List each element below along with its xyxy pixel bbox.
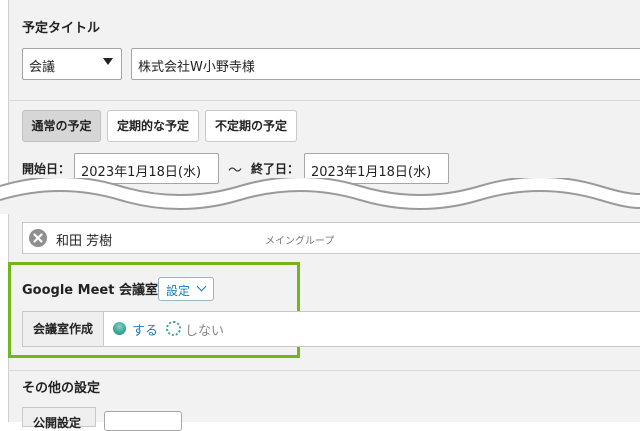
chevron-down-icon: [103, 58, 113, 65]
tab-irregular-schedule[interactable]: 不定期の予定: [205, 110, 297, 142]
divider: [8, 100, 640, 101]
title-section-label: 予定タイトル: [22, 21, 101, 36]
other-settings-row-label: 公開設定: [33, 416, 82, 430]
meeting-room-row: 会議室作成 する しない: [22, 311, 640, 347]
google-meet-title: Google Meet 会議室: [22, 283, 158, 298]
google-meet-settings-button[interactable]: 設定: [158, 277, 214, 301]
chevron-down-icon: [196, 281, 207, 292]
google-meet-settings-label: 設定: [166, 284, 191, 298]
create-room-yes-radio[interactable]: [113, 322, 126, 335]
meeting-room-label: 会議室作成: [23, 312, 104, 346]
create-room-yes-label[interactable]: する: [132, 320, 158, 339]
end-date-label: 終了日：: [251, 162, 300, 176]
other-settings-select[interactable]: [104, 411, 182, 431]
start-date-label: 開始日：: [22, 162, 71, 176]
tab-recurring-schedule[interactable]: 定期的な予定: [107, 110, 199, 142]
create-room-no-radio[interactable]: [166, 321, 181, 336]
other-settings-title: その他の設定: [22, 381, 101, 396]
tab-normal-schedule[interactable]: 通常の予定: [22, 110, 101, 142]
omitted-section-break: [0, 178, 640, 214]
participant-row: 和田 芳樹 メイングループ: [22, 222, 640, 254]
date-range-separator: ～: [228, 163, 242, 179]
participant-group: メイングループ: [265, 236, 335, 247]
other-settings-row-head: 公開設定: [22, 407, 96, 430]
divider: [8, 370, 640, 371]
category-select[interactable]: 会議: [22, 48, 122, 80]
remove-participant-icon[interactable]: [29, 229, 47, 247]
title-input-value: 株式会社W小野寺様: [138, 60, 255, 75]
create-room-no-label[interactable]: しない: [185, 320, 224, 339]
participant-name: 和田 芳樹: [56, 234, 113, 249]
title-input[interactable]: 株式会社W小野寺様: [131, 48, 640, 80]
category-select-value: 会議: [29, 60, 56, 75]
